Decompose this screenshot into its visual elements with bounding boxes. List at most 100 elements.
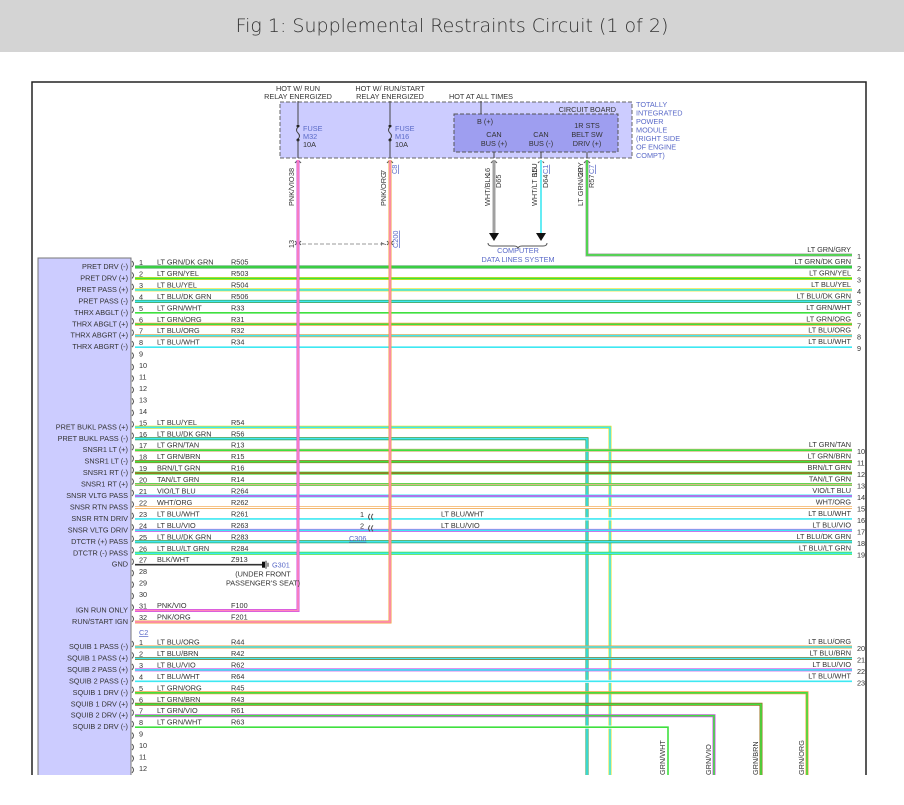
right-port-number: 12 <box>857 470 865 479</box>
connector-pin-icon <box>132 444 134 450</box>
wire-tipm-r57 <box>587 160 852 255</box>
right-wire-color: LT BLU/YEL <box>811 280 851 289</box>
c200-connector-id: C200 <box>391 231 400 248</box>
connector-pin-icon <box>132 295 134 301</box>
figure-title-bar: Fig 1: Supplemental Restraints Circuit (… <box>0 0 904 52</box>
wire-circuit-label: R34 <box>231 338 244 347</box>
wire-color-label: LT BLU/WHT <box>157 338 200 347</box>
pin-function-label: SNSR VLTG DRIV <box>68 525 128 534</box>
right-wire-color: WHT/ORG <box>816 497 852 506</box>
wire-circuit-label: R43 <box>231 695 244 704</box>
connector-pin-icon <box>132 652 134 658</box>
wire-circuit-label: R262 <box>231 498 248 507</box>
right-wire-color: LT BLU/WHT <box>808 337 851 346</box>
pin-function-label: RUN/START IGN <box>72 617 128 626</box>
right-port-number: 11 <box>857 459 865 468</box>
right-port-number: 7 <box>857 321 861 330</box>
wire-color-label-vertical: GRN/ORG <box>797 740 806 775</box>
pin-function-label: SNSR VLTG PASS <box>66 491 128 500</box>
right-port-number: 10 <box>857 447 865 456</box>
pin-function-label: PRET DRV (+) <box>80 273 128 282</box>
connector-pin-icon <box>132 616 134 622</box>
tipm-wire-color: PNK/ORG <box>379 172 388 206</box>
pin-function-label: GND <box>112 560 128 569</box>
wire-circuit-label: R13 <box>231 441 244 450</box>
pin-function-label: SQUIB 2 PASS (+) <box>67 665 128 674</box>
pin-function-label: DTCTR (-) PASS <box>73 548 128 557</box>
right-port-number: 1 <box>857 252 861 261</box>
ground-location: (UNDER FRONT <box>235 570 291 579</box>
output-label: BELT SW <box>571 130 602 139</box>
wire-color-label-vertical: GRN/BRN <box>751 741 760 775</box>
right-wire-color: LT GRN/DK GRN <box>795 257 852 266</box>
pin-number: 10 <box>139 361 147 370</box>
connector-pin-icon <box>132 524 134 530</box>
wire-color-label: LT GRN/VIO <box>157 706 198 715</box>
right-wire-color: LT BLU/ORG <box>808 637 851 646</box>
right-port-number: 3 <box>857 275 861 284</box>
wire-circuit-label: R56 <box>231 429 244 438</box>
wire-circuit-label: R16 <box>231 464 244 473</box>
pin-function-label: PRET PASS (+) <box>77 285 128 294</box>
wire-circuit-label: F100 <box>231 601 248 610</box>
circuit-board-label: CIRCUIT BOARD <box>559 105 616 114</box>
connector-pin-icon <box>132 744 134 750</box>
pin-number: 10 <box>139 741 147 750</box>
wire-color-label: LT GRN/YEL <box>157 269 199 278</box>
connector-pin-icon <box>132 698 134 704</box>
output-label: BUS (-) <box>529 139 553 148</box>
pin-number: 12 <box>139 764 147 773</box>
wire-circuit-label: R284 <box>231 544 248 553</box>
connector-pin-icon <box>132 490 134 496</box>
right-port-number: 4 <box>857 287 861 296</box>
right-port-number: 2 <box>857 264 861 273</box>
wire-c1-pin-16-tracer <box>135 439 587 790</box>
wire-color-label: LT BLU/LT GRN <box>157 544 209 553</box>
connector-pin-icon <box>132 756 134 762</box>
pin-function-label: SQUIB 2 PASS (-) <box>69 676 128 685</box>
tipm-wire-color: LT GRN/GRY <box>576 162 585 206</box>
pin-number: 28 <box>139 567 147 576</box>
fuse-rating: 10A <box>395 140 408 149</box>
ground-id: G301 <box>272 561 290 570</box>
wire-circuit-label: R54 <box>231 418 244 427</box>
pin-number: 14 <box>139 407 147 416</box>
right-wire-color: LT BLU/WHT <box>808 509 851 518</box>
pin-function-label: SNSR RTN DRIV <box>71 514 128 523</box>
pin-function-label: PRET DRV (-) <box>82 262 128 271</box>
pin-function-label: SNSR1 RT (+) <box>81 480 128 489</box>
pin-function-label: SNSR RTN PASS <box>70 502 128 511</box>
connector-pin-icon <box>132 687 134 693</box>
wire-color-label: LT BLU/DK GRN <box>157 532 211 541</box>
pin-number: 11 <box>139 373 147 382</box>
wire-color-label-vertical: GRN/VIO <box>704 744 713 775</box>
wire-circuit-label: R505 <box>231 258 248 267</box>
connector-pin-icon <box>132 307 134 313</box>
wire-color-label: VIO/LT BLU <box>157 487 196 496</box>
pin-function-label: SNSR1 LT (+) <box>83 445 128 454</box>
wire-circuit-label: R61 <box>231 706 244 715</box>
arrow-down-icon <box>536 233 546 241</box>
c306-wire-color: LT BLU/WHT <box>441 509 484 518</box>
connector-pin-icon <box>132 605 134 611</box>
wire-circuit-label: R504 <box>231 280 248 289</box>
pin-function-label: SQUIB 1 DRV (-) <box>73 688 128 697</box>
wire-circuit-label: R263 <box>231 521 248 530</box>
connector-pin-icon <box>132 456 134 462</box>
wire-color-label: LT BLU/ORG <box>157 326 200 335</box>
wire-circuit-label: R14 <box>231 475 244 484</box>
wire-color-label-vertical: GRN/WHT <box>658 740 667 775</box>
connector-pin-icon <box>132 376 134 382</box>
connector-pin-icon <box>132 710 134 716</box>
pin-number: 9 <box>139 350 143 359</box>
wire-color-label: LT GRN/WHT <box>157 303 202 312</box>
supply-label: RELAY ENERGIZED <box>356 92 424 101</box>
right-wire-color: LT GRN/YEL <box>809 268 851 277</box>
connector-pin-icon <box>132 664 134 670</box>
connector-pin-icon <box>132 318 134 324</box>
c306-pin-number: 1 <box>360 510 364 519</box>
wire-circuit-label: R44 <box>231 638 244 647</box>
wire-circuit-label: R63 <box>231 718 244 727</box>
right-wire-color: LT BLU/BRN <box>810 648 852 657</box>
right-port-number: 21 <box>857 655 865 664</box>
